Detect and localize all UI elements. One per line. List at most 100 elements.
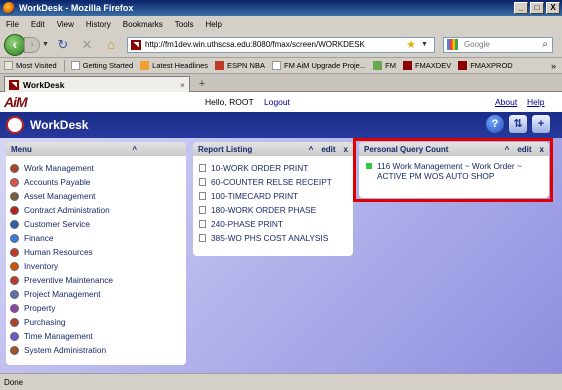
google-icon[interactable] bbox=[446, 39, 458, 50]
search-placeholder: Google bbox=[463, 40, 490, 49]
menu-item-purchasing[interactable]: Purchasing bbox=[10, 315, 182, 329]
menu-item-property[interactable]: Property bbox=[10, 301, 182, 315]
search-icon[interactable]: ⌕ bbox=[542, 39, 548, 50]
menu-item-customer-service[interactable]: Customer Service bbox=[10, 217, 182, 231]
bookmarks-overflow-icon[interactable]: » bbox=[551, 61, 556, 71]
report-item[interactable]: 180-WORK ORDER PHASE bbox=[199, 203, 347, 217]
bookmark-label: Getting Started bbox=[82, 61, 134, 70]
help-link[interactable]: Help bbox=[527, 97, 544, 107]
bookmark-fmaxdev[interactable]: FMAXDEV bbox=[402, 61, 451, 70]
logout-link[interactable]: Logout bbox=[264, 97, 290, 107]
report-item[interactable]: 240-PHASE PRINT bbox=[199, 217, 347, 231]
app-header: AiM Hello, ROOT Logout About Help bbox=[0, 92, 562, 112]
menu-item-label: Accounts Payable bbox=[24, 177, 91, 187]
module-icon bbox=[10, 261, 19, 271]
module-icon bbox=[10, 163, 19, 173]
greeting-text: Hello, ROOT bbox=[205, 97, 254, 107]
bookmark-fmaxprod[interactable]: FMAXPROD bbox=[458, 61, 513, 70]
bookmark-espn-nba[interactable]: ESPN NBA bbox=[215, 61, 265, 70]
report-item[interactable]: 100-TIMECARD PRINT bbox=[199, 189, 347, 203]
search-input[interactable]: Google ⌕ bbox=[442, 36, 553, 53]
bookmark-fm-aim-upgrade[interactable]: FM AiM Upgrade Proje... bbox=[271, 61, 366, 70]
minimize-button[interactable]: _ bbox=[514, 2, 528, 14]
menu-item-system-administration[interactable]: System Administration bbox=[10, 343, 182, 357]
edit-link[interactable]: edit bbox=[321, 145, 335, 154]
status-text: Done bbox=[4, 377, 24, 387]
report-item[interactable]: 385-WO PHS COST ANALYSIS bbox=[199, 231, 347, 245]
new-tab-icon[interactable]: + bbox=[194, 77, 210, 91]
bookmark-star-icon[interactable]: ★ bbox=[406, 38, 416, 51]
tab-title: WorkDesk bbox=[23, 79, 65, 90]
bookmark-most-visited[interactable]: Most Visited bbox=[4, 61, 57, 70]
report-doc-icon bbox=[199, 164, 206, 172]
add-panel-icon[interactable]: + bbox=[532, 115, 550, 133]
close-window-button[interactable]: X bbox=[546, 2, 560, 14]
menu-history[interactable]: History bbox=[86, 20, 111, 29]
report-item[interactable]: 10-WORK ORDER PRINT bbox=[199, 161, 347, 175]
firefox-icon bbox=[3, 2, 15, 14]
window-title: WorkDesk - Mozilla Firefox bbox=[19, 3, 134, 13]
menu-panel-header: Menu ^ bbox=[6, 142, 186, 156]
menu-item-human-resources[interactable]: Human Resources bbox=[10, 245, 182, 259]
menu-item-project-management[interactable]: Project Management bbox=[10, 287, 182, 301]
window-titlebar: WorkDesk - Mozilla Firefox _ □ X bbox=[0, 0, 562, 16]
report-item[interactable]: 60-COUNTER RELSE RECEIPT bbox=[199, 175, 347, 189]
back-button[interactable]: ‹ bbox=[4, 33, 26, 56]
forward-button[interactable]: › bbox=[24, 36, 40, 53]
menu-item-time-management[interactable]: Time Management bbox=[10, 329, 182, 343]
menu-view[interactable]: View bbox=[57, 20, 74, 29]
bookmark-getting-started[interactable]: Getting Started bbox=[70, 61, 134, 70]
menu-item-contract-administration[interactable]: Contract Administration bbox=[10, 203, 182, 217]
report-doc-icon bbox=[199, 178, 206, 186]
refresh-icon[interactable]: ⇅ bbox=[509, 115, 527, 133]
close-panel-icon[interactable]: x bbox=[344, 145, 348, 154]
home-icon[interactable]: ⌂ bbox=[103, 37, 119, 53]
highlight-box bbox=[353, 138, 553, 202]
stop-icon[interactable]: ✕ bbox=[79, 37, 95, 53]
bookmark-fm[interactable]: FM bbox=[373, 61, 396, 70]
bookmark-latest-headlines[interactable]: Latest Headlines bbox=[140, 61, 208, 70]
people-icon bbox=[373, 61, 383, 70]
browser-menubar: File Edit View History Bookmarks Tools H… bbox=[0, 16, 562, 32]
bookmark-label: ESPN NBA bbox=[227, 61, 265, 70]
tab-bar: WorkDesk × + bbox=[0, 74, 562, 92]
site-favicon-icon bbox=[130, 39, 141, 50]
module-icon bbox=[10, 219, 19, 229]
close-tab-icon[interactable]: × bbox=[180, 80, 185, 90]
workdesk-logo-icon bbox=[6, 116, 24, 134]
menu-item-inventory[interactable]: Inventory bbox=[10, 259, 182, 273]
collapse-icon[interactable]: ^ bbox=[132, 145, 137, 154]
help-icon[interactable]: ? bbox=[486, 115, 504, 133]
menu-file[interactable]: File bbox=[6, 20, 19, 29]
menu-tools[interactable]: Tools bbox=[175, 20, 194, 29]
module-icon bbox=[10, 191, 19, 201]
menu-item-work-management[interactable]: Work Management bbox=[10, 161, 182, 175]
menu-item-label: Contract Administration bbox=[24, 205, 110, 215]
maximize-button[interactable]: □ bbox=[530, 2, 544, 14]
history-dropdown-icon[interactable]: ▼ bbox=[42, 41, 49, 48]
espn-icon bbox=[215, 61, 225, 70]
menu-help[interactable]: Help bbox=[205, 20, 221, 29]
workdesk-canvas: Menu ^ Work Management Accounts Payable As… bbox=[0, 138, 562, 373]
collapse-icon[interactable]: ^ bbox=[309, 145, 314, 154]
menu-item-accounts-payable[interactable]: Accounts Payable bbox=[10, 175, 182, 189]
menu-bookmarks[interactable]: Bookmarks bbox=[123, 20, 163, 29]
about-link[interactable]: About bbox=[495, 97, 517, 107]
page-icon bbox=[271, 61, 281, 70]
url-text: http://fm1dev.win.uthscsa.edu:8080/fmax/… bbox=[144, 40, 365, 49]
page-icon bbox=[70, 61, 80, 70]
separator bbox=[63, 59, 65, 72]
bookmark-label: FMAXPROD bbox=[470, 61, 513, 70]
menu-item-preventive-maintenance[interactable]: Preventive Maintenance bbox=[10, 273, 182, 287]
reload-icon[interactable]: ↻ bbox=[55, 37, 71, 53]
menu-item-finance[interactable]: Finance bbox=[10, 231, 182, 245]
status-bar: Done bbox=[0, 373, 562, 390]
menu-edit[interactable]: Edit bbox=[31, 20, 45, 29]
report-item-label: 60-COUNTER RELSE RECEIPT bbox=[211, 177, 332, 187]
workdesk-title: WorkDesk bbox=[30, 118, 89, 132]
url-bar[interactable]: http://fm1dev.win.uthscsa.edu:8080/fmax/… bbox=[126, 36, 435, 53]
tab-workdesk[interactable]: WorkDesk × bbox=[4, 76, 190, 92]
url-dropdown-icon[interactable]: ▼ bbox=[421, 41, 428, 48]
module-icon bbox=[10, 247, 19, 257]
menu-item-asset-management[interactable]: Asset Management bbox=[10, 189, 182, 203]
